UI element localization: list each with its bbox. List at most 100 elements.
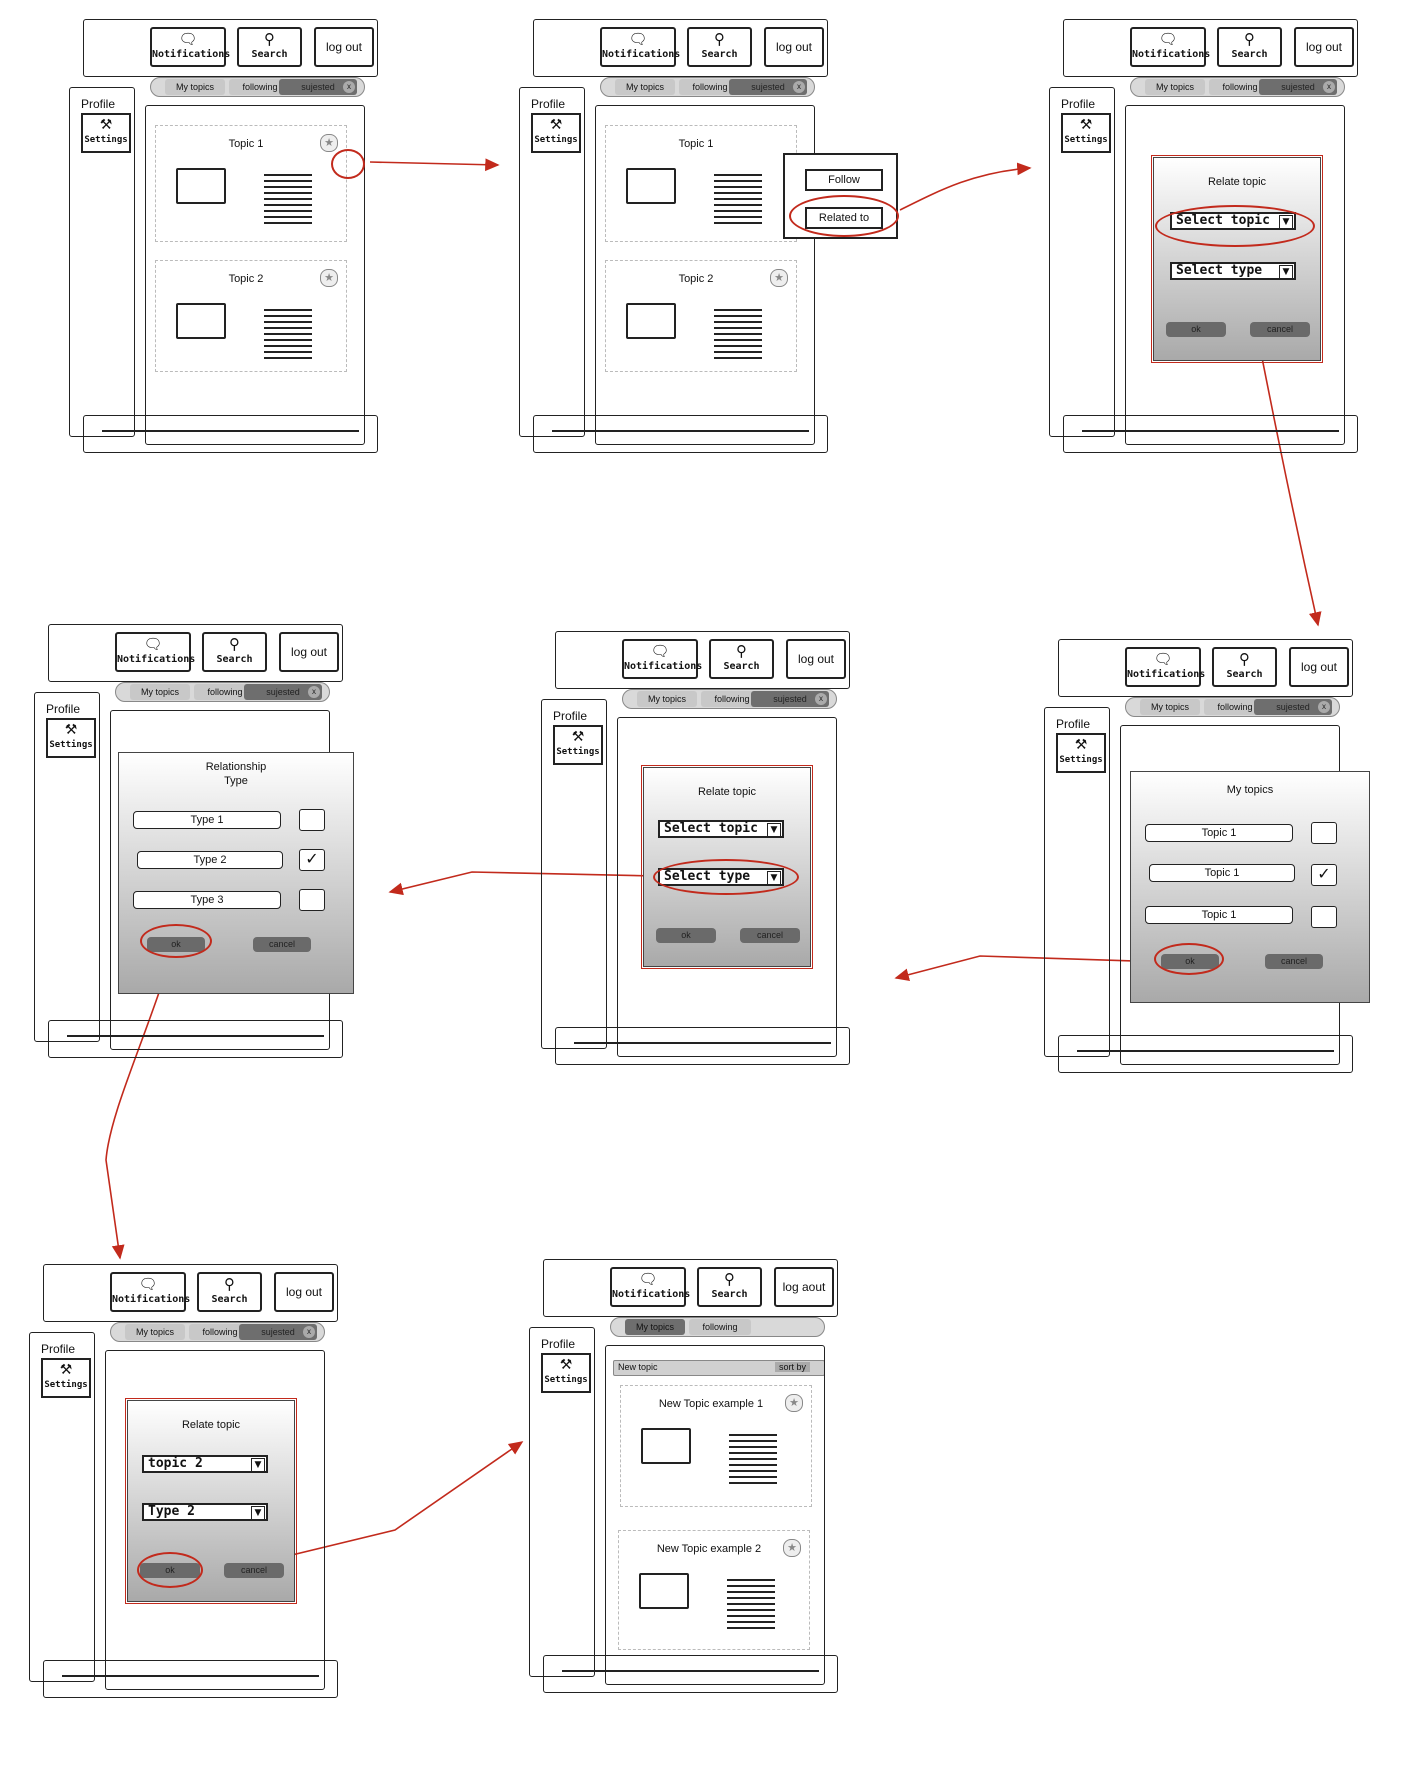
search-button[interactable]: ⚲ Search — [687, 27, 752, 67]
tab-suggested[interactable]: sujested x — [279, 79, 357, 95]
cancel-button[interactable]: cancel — [740, 928, 800, 943]
cancel-button[interactable]: cancel — [253, 937, 311, 952]
tab-my-topics[interactable]: My topics — [125, 1324, 185, 1340]
logout-button[interactable]: log out — [279, 632, 339, 672]
ok-button[interactable]: ok — [147, 937, 205, 952]
cancel-button[interactable]: cancel — [1250, 322, 1310, 337]
select-type-dropdown[interactable]: Select type ▼ — [658, 868, 784, 886]
star-icon[interactable]: ★ — [320, 269, 338, 287]
notifications-button[interactable]: 🗨 Notifications — [150, 27, 230, 67]
logout-button[interactable]: log out — [1294, 27, 1354, 67]
tab-suggested[interactable]: sujested x — [244, 684, 322, 700]
tab-my-topics[interactable]: My topics — [615, 79, 675, 95]
checkbox[interactable] — [1311, 906, 1337, 928]
settings-button[interactable]: ⚒ Settings — [46, 718, 96, 758]
topic-dropdown[interactable]: topic 2 ▼ — [142, 1455, 268, 1473]
close-icon[interactable]: x — [1323, 81, 1335, 93]
topic-option[interactable]: Topic 1 — [1145, 824, 1293, 842]
logout-button[interactable]: log out — [786, 639, 846, 679]
profile-link[interactable]: Profile — [531, 97, 565, 111]
tab-suggested[interactable]: sujested x — [1259, 79, 1337, 95]
profile-link[interactable]: Profile — [41, 1342, 75, 1356]
search-button[interactable]: ⚲ Search — [697, 1267, 762, 1307]
star-icon[interactable]: ★ — [783, 1539, 801, 1557]
settings-button[interactable]: ⚒ Settings — [1061, 113, 1111, 153]
search-button[interactable]: ⚲ Search — [202, 632, 267, 672]
select-topic-dropdown[interactable]: Select topic ▼ — [1170, 212, 1296, 230]
follow-menu-item[interactable]: Follow — [805, 169, 883, 191]
close-icon[interactable]: x — [308, 686, 320, 698]
close-icon[interactable]: x — [793, 81, 805, 93]
settings-button[interactable]: ⚒ Settings — [1056, 733, 1106, 773]
settings-button[interactable]: ⚒ Settings — [553, 725, 603, 765]
checkbox-checked[interactable]: ✓ — [1311, 864, 1337, 886]
tab-my-topics[interactable]: My topics — [1145, 79, 1205, 95]
topic-card[interactable]: New Topic example 2 ★ — [618, 1530, 810, 1650]
type-option[interactable]: Type 2 — [137, 851, 283, 869]
notifications-button[interactable]: 🗨 Notifications — [1125, 647, 1205, 687]
profile-link[interactable]: Profile — [81, 97, 115, 111]
cancel-button[interactable]: cancel — [1265, 954, 1323, 969]
topic-option[interactable]: Topic 1 — [1149, 864, 1295, 882]
checkbox[interactable] — [1311, 822, 1337, 844]
ok-button[interactable]: ok — [1161, 954, 1219, 969]
related-to-menu-item[interactable]: Related to — [805, 207, 883, 229]
select-topic-dropdown[interactable]: Select topic ▼ — [658, 820, 784, 838]
notifications-button[interactable]: 🗨 Notifications — [622, 639, 702, 679]
topic-option[interactable]: Topic 1 — [1145, 906, 1293, 924]
tab-my-topics[interactable]: My topics — [130, 684, 190, 700]
select-type-dropdown[interactable]: Select type ▼ — [1170, 262, 1296, 280]
logout-button[interactable]: log out — [1289, 647, 1349, 687]
type-option[interactable]: Type 1 — [133, 811, 281, 829]
logout-button[interactable]: log out — [314, 27, 374, 67]
notifications-button[interactable]: 🗨 Notifications — [1130, 27, 1210, 67]
tab-following[interactable]: following — [689, 1319, 751, 1335]
search-button[interactable]: ⚲ Search — [1212, 647, 1277, 687]
tab-my-topics[interactable]: My topics — [637, 691, 697, 707]
star-icon[interactable]: ★ — [770, 269, 788, 287]
checkbox-checked[interactable]: ✓ — [299, 849, 325, 871]
search-button[interactable]: ⚲ Search — [237, 27, 302, 67]
topic-card[interactable]: Topic 1 ★ — [155, 125, 347, 242]
notifications-button[interactable]: 🗨 Notifications — [600, 27, 680, 67]
ok-button[interactable]: ok — [1166, 322, 1226, 337]
checkbox[interactable] — [299, 809, 325, 831]
checkbox[interactable] — [299, 889, 325, 911]
star-icon[interactable]: ★ — [320, 134, 338, 152]
profile-link[interactable]: Profile — [553, 709, 587, 723]
topic-card[interactable]: Topic 2 ★ — [155, 260, 347, 372]
type-dropdown[interactable]: Type 2 ▼ — [142, 1503, 268, 1521]
ok-button[interactable]: ok — [140, 1563, 200, 1578]
profile-link[interactable]: Profile — [1056, 717, 1090, 731]
profile-link[interactable]: Profile — [541, 1337, 575, 1351]
tab-suggested[interactable]: sujested x — [751, 691, 829, 707]
close-icon[interactable]: x — [303, 1326, 315, 1338]
search-button[interactable]: ⚲ Search — [709, 639, 774, 679]
close-icon[interactable]: x — [343, 81, 355, 93]
settings-button[interactable]: ⚒ Settings — [541, 1353, 591, 1393]
notifications-button[interactable]: 🗨 Notifications — [115, 632, 195, 672]
close-icon[interactable]: x — [1318, 701, 1330, 713]
ok-button[interactable]: ok — [656, 928, 716, 943]
logout-button[interactable]: log out — [274, 1272, 334, 1312]
notifications-button[interactable]: 🗨 Notifications — [110, 1272, 190, 1312]
search-button[interactable]: ⚲ Search — [1217, 27, 1282, 67]
tab-my-topics[interactable]: My topics — [165, 79, 225, 95]
tab-suggested[interactable]: sujested x — [239, 1324, 317, 1340]
tab-my-topics[interactable]: My topics — [1140, 699, 1200, 715]
tab-my-topics[interactable]: My topics — [625, 1319, 685, 1335]
cancel-button[interactable]: cancel — [224, 1563, 284, 1578]
logout-button[interactable]: log aout — [774, 1267, 834, 1307]
logout-button[interactable]: log out — [764, 27, 824, 67]
profile-link[interactable]: Profile — [46, 702, 80, 716]
settings-button[interactable]: ⚒ Settings — [531, 113, 581, 153]
search-button[interactable]: ⚲ Search — [197, 1272, 262, 1312]
settings-button[interactable]: ⚒ Settings — [81, 113, 131, 153]
settings-button[interactable]: ⚒ Settings — [41, 1358, 91, 1398]
topic-card[interactable]: Topic 1 — [605, 125, 797, 242]
profile-link[interactable]: Profile — [1061, 97, 1095, 111]
topic-card[interactable]: Topic 2 ★ — [605, 260, 797, 372]
notifications-button[interactable]: 🗨 Notifications — [610, 1267, 690, 1307]
star-icon[interactable]: ★ — [785, 1394, 803, 1412]
tab-suggested[interactable]: sujested x — [1254, 699, 1332, 715]
